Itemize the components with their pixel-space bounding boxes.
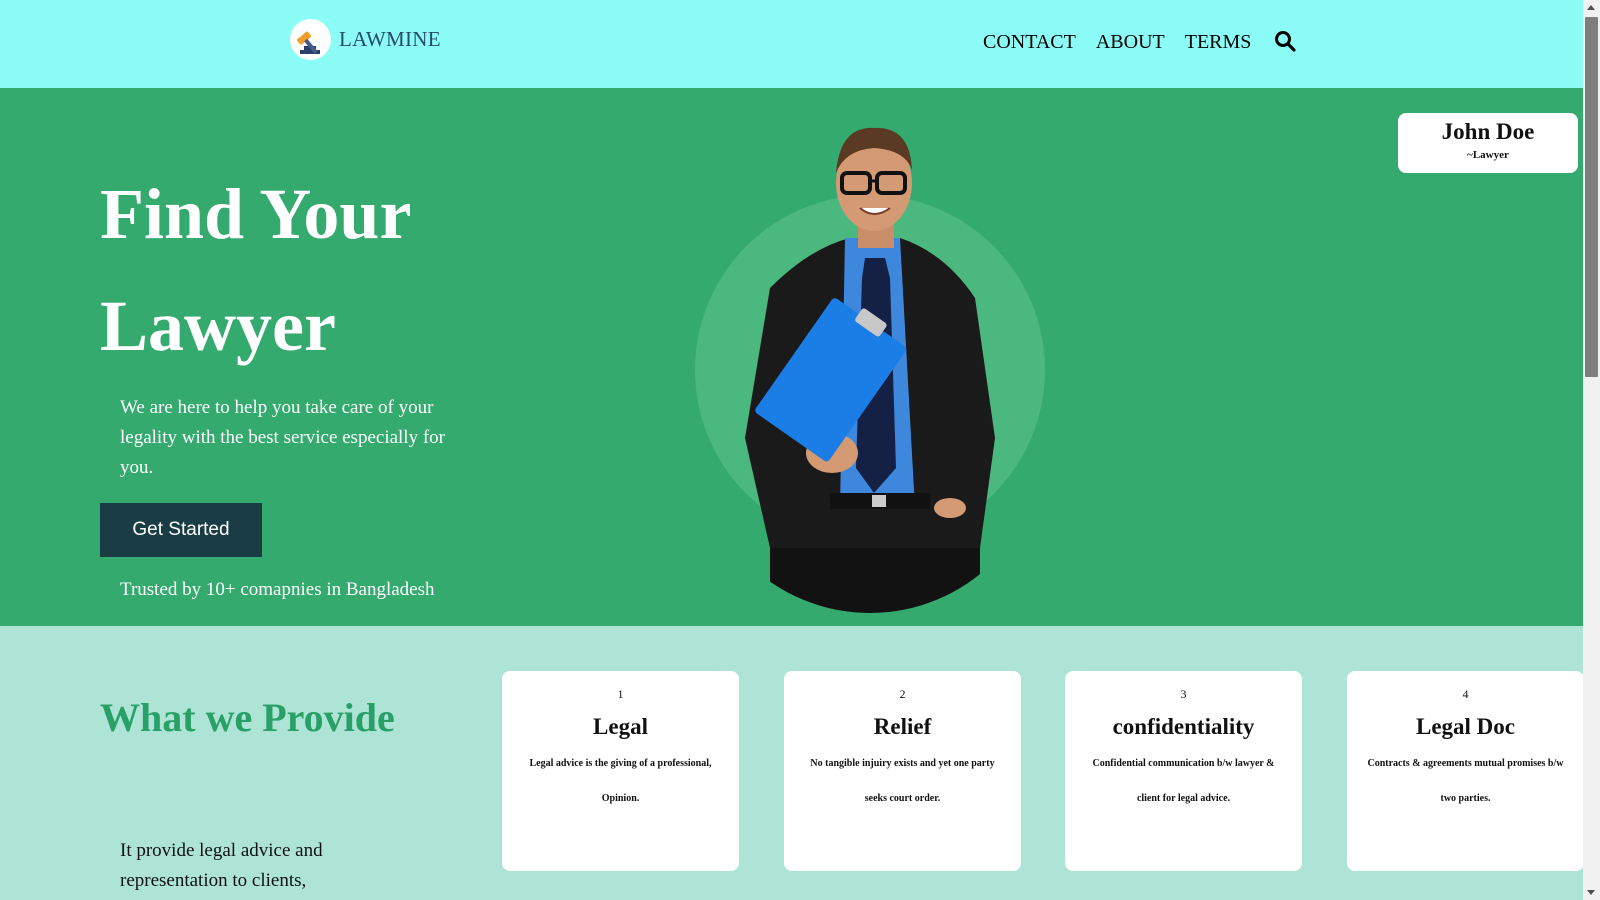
card-description: Confidential communication b/w lawyer & … <box>1092 758 1275 804</box>
scrollbar-thumb[interactable] <box>1585 17 1598 377</box>
hero-section: Find Your Lawyer We are here to help you… <box>0 88 1583 626</box>
card-title: Relief <box>873 714 932 739</box>
service-card-confidentiality[interactable]: 3 confidentiality Confidential communica… <box>1065 671 1302 871</box>
nav-link-about[interactable]: ABOUT <box>1096 31 1165 54</box>
profile-role: ~Lawyer <box>1467 149 1509 161</box>
search-icon[interactable] <box>1273 29 1297 53</box>
services-title: What we Provide <box>100 695 395 740</box>
profile-card: John Doe ~Lawyer <box>1398 113 1578 173</box>
hero-title: Find Your Lawyer <box>100 174 411 366</box>
nav-link-terms[interactable]: TERMS <box>1185 31 1252 54</box>
profile-name: John Doe <box>1441 119 1535 144</box>
card-number: 4 <box>1462 687 1469 701</box>
navbar: LAWMINE CONTACT ABOUT TERMS <box>0 0 1583 88</box>
service-card-relief[interactable]: 2 Relief No tangible injuiry exists and … <box>784 671 1021 871</box>
card-description: Contracts & agreements mutual promises b… <box>1367 758 1564 804</box>
services-text: It provide legal advice and representati… <box>120 840 323 891</box>
trusted-text: Trusted by 10+ comapnies in Bangladesh <box>120 579 435 600</box>
get-started-button[interactable]: Get Started <box>100 503 262 557</box>
card-description: Legal advice is the giving of a professi… <box>529 758 712 804</box>
brand[interactable]: LAWMINE <box>290 19 441 60</box>
service-card-legal[interactable]: 1 Legal Legal advice is the giving of a … <box>502 671 739 871</box>
card-title: Legal Doc <box>1415 714 1515 739</box>
scroll-up-arrow-icon[interactable] <box>1587 5 1595 10</box>
card-number: 3 <box>1180 687 1187 701</box>
card-title: confidentiality <box>1112 714 1255 739</box>
scroll-down-arrow-icon[interactable] <box>1587 890 1595 895</box>
hero-subtitle: We are here to help you take care of you… <box>120 397 445 478</box>
nav-link-contact[interactable]: CONTACT <box>983 31 1076 54</box>
card-number: 2 <box>899 687 906 701</box>
vertical-scrollbar[interactable] <box>1583 0 1600 900</box>
brand-name: LAWMINE <box>339 27 441 51</box>
card-number: 1 <box>617 687 624 701</box>
lawyer-photo <box>660 108 1080 626</box>
card-title: Legal <box>593 714 648 739</box>
gavel-icon <box>290 19 331 60</box>
services-section: What we Provide It provide legal advice … <box>0 626 1584 900</box>
card-description: No tangible injuiry exists and yet one p… <box>810 758 995 804</box>
nav-links: CONTACT ABOUT TERMS <box>983 31 1297 54</box>
service-card-legal-doc[interactable]: 4 Legal Doc Contracts & agreements mutua… <box>1347 671 1584 871</box>
